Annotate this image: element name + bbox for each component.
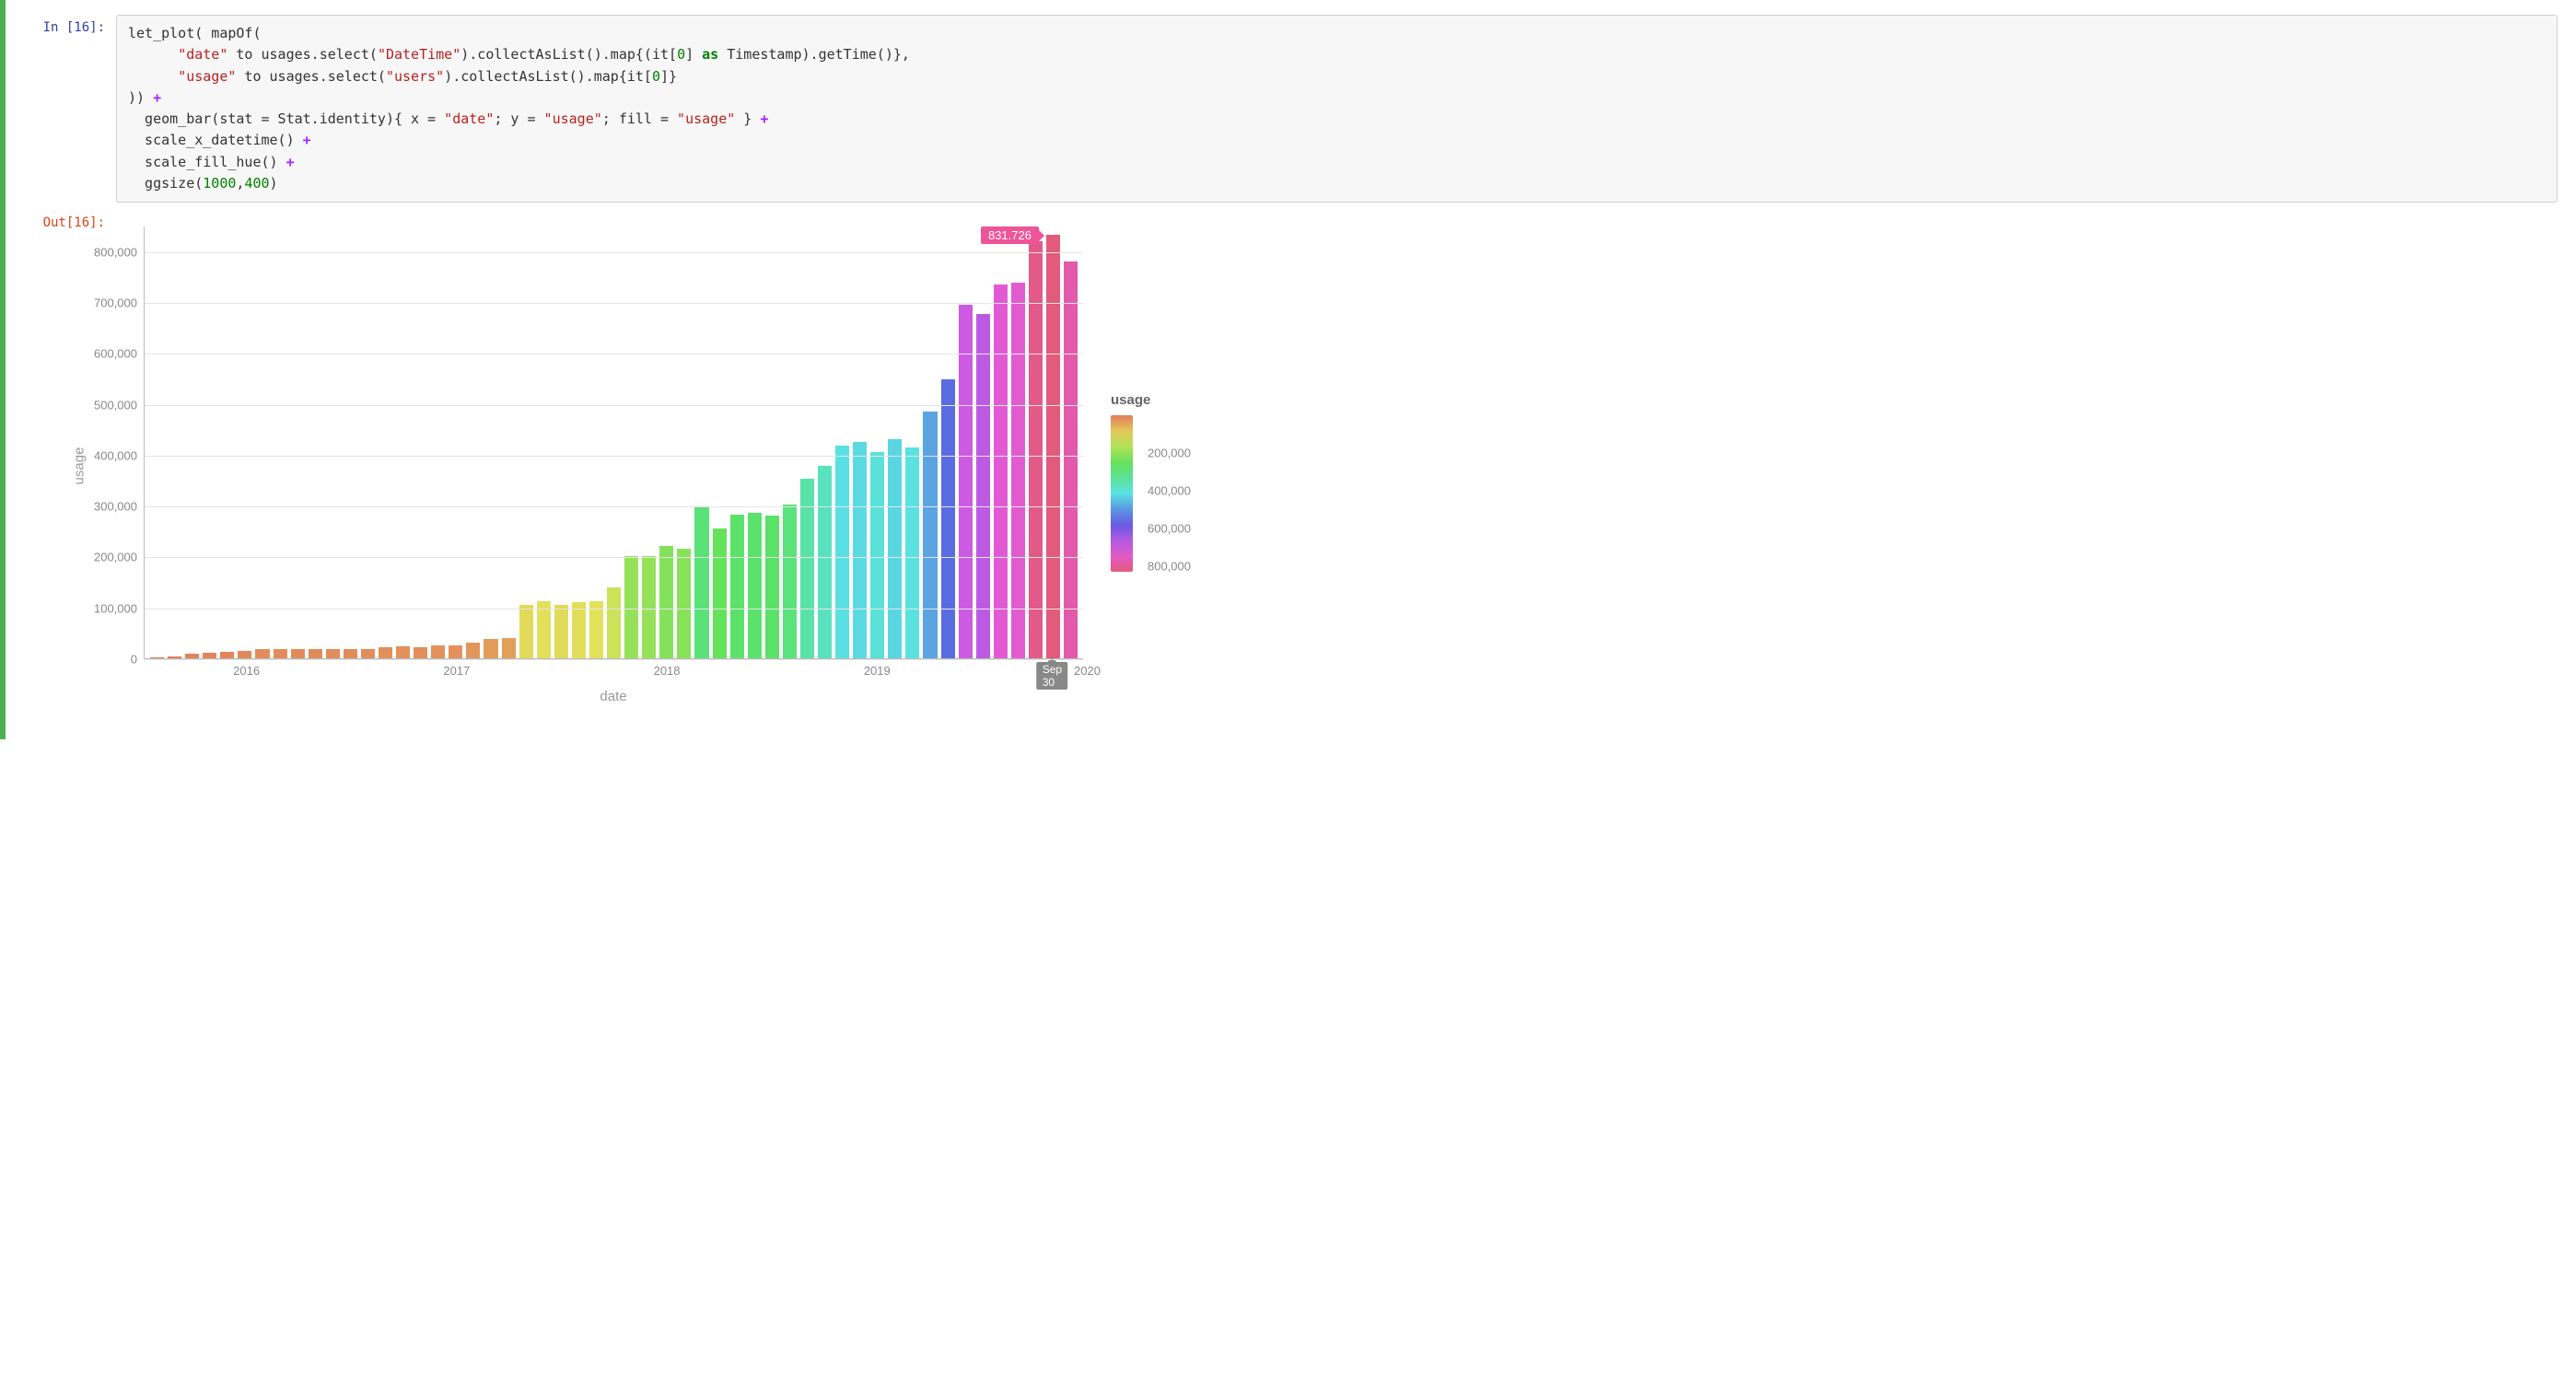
bar-chart[interactable]: usage 831.726 Sep 30 0100,000200,000300,… [144,226,1083,704]
hover-tooltip: 831.726 [981,226,1039,244]
legend-tick: 200,000 [1148,446,1191,459]
bar[interactable] [659,546,673,658]
bar[interactable] [783,505,797,658]
bar[interactable] [905,447,919,658]
x-axis-label: date [144,689,1083,704]
bar[interactable] [1046,235,1060,658]
bar[interactable] [519,605,533,658]
input-cell: In [16]: let_plot( mapOf( "date" to usag… [6,15,2558,203]
bar[interactable] [1011,283,1025,658]
y-tick: 800,000 [94,245,137,259]
y-tick: 700,000 [94,296,137,309]
bar[interactable] [607,587,621,658]
x-tick: 2020 [1074,664,1101,678]
bar[interactable] [449,645,462,658]
bar[interactable] [713,528,727,658]
bar[interactable] [677,549,691,658]
bar[interactable] [554,605,568,658]
bar[interactable] [220,652,234,658]
bar[interactable] [274,649,287,659]
legend-tick: 600,000 [1148,521,1191,535]
bar[interactable] [361,649,375,659]
code-input[interactable]: let_plot( mapOf( "date" to usages.select… [116,15,2558,203]
y-tick: 300,000 [94,500,137,514]
y-tick: 0 [131,653,137,667]
bar[interactable] [976,314,990,658]
bar[interactable] [959,305,973,658]
bar[interactable] [730,515,744,658]
bar[interactable] [396,646,410,658]
out-prompt: Out[16]: [6,210,116,230]
bar[interactable] [853,442,867,658]
bar[interactable] [748,513,762,658]
y-tick: 400,000 [94,448,137,462]
bar[interactable] [431,645,445,658]
bar[interactable] [589,601,603,658]
x-tick: 2018 [654,664,681,678]
bar[interactable] [326,649,340,659]
bar[interactable] [923,412,937,658]
bar[interactable] [484,639,497,658]
bar[interactable] [379,647,392,658]
bar[interactable] [309,649,322,658]
in-prompt: In [16]: [6,15,116,35]
y-tick: 600,000 [94,347,137,361]
legend-gradient [1111,415,1133,572]
notebook-cell-container: In [16]: let_plot( mapOf( "date" to usag… [0,0,2576,739]
bar[interactable] [344,649,357,658]
y-tick: 100,000 [94,601,137,615]
bar[interactable] [642,556,656,658]
y-tick: 500,000 [94,398,137,412]
y-axis-label: usage [72,447,87,484]
legend-tick: 400,000 [1148,483,1191,497]
bar[interactable] [694,506,708,658]
bar[interactable] [291,649,305,658]
bar[interactable] [255,649,269,659]
bar[interactable] [835,446,849,658]
bar[interactable] [150,657,164,658]
x-tick: 2017 [443,664,470,678]
legend-title: usage [1111,392,1150,408]
output-cell: Out[16]: usage 831.726 Sep 30 0100,00020… [6,210,2558,714]
bar[interactable] [818,466,832,658]
bar[interactable] [888,439,902,658]
x-tick: 2016 [233,664,260,678]
y-tick: 200,000 [94,551,137,564]
bar[interactable] [203,653,216,658]
color-legend: usage 200,000400,000600,000800,000 [1111,226,1150,572]
bar[interactable] [414,647,427,658]
bar[interactable] [572,602,586,658]
bar[interactable] [502,638,516,658]
bar[interactable] [800,479,814,658]
bar[interactable] [238,651,251,658]
bar[interactable] [994,284,1008,658]
bar[interactable] [185,654,199,658]
bar[interactable] [765,516,779,658]
x-tick: 2019 [864,664,891,678]
hover-x-indicator: Sep 30 [1037,662,1068,690]
bar[interactable] [537,601,551,658]
bar[interactable] [941,379,955,658]
bar[interactable] [168,656,181,658]
bar[interactable] [624,556,638,658]
bar[interactable] [466,643,480,658]
bar[interactable] [1064,261,1078,658]
legend-tick: 800,000 [1148,559,1191,573]
bar[interactable] [870,452,884,658]
